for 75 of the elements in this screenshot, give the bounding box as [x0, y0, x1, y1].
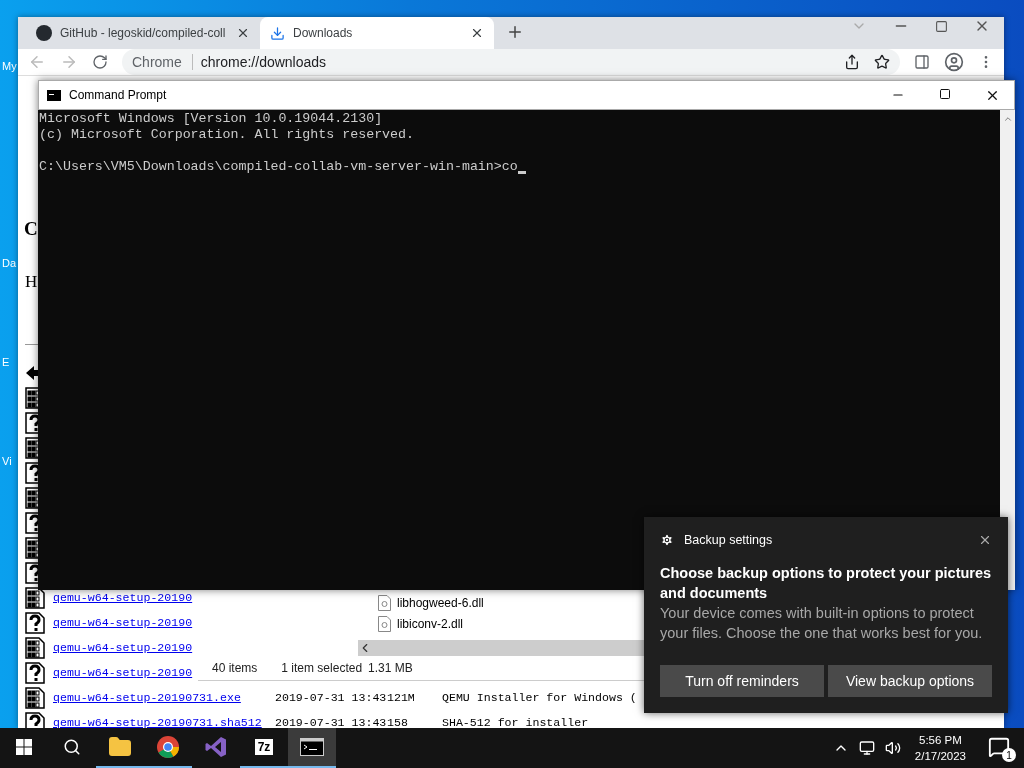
tab-title: GitHub - legoskid/compiled-coll — [60, 26, 227, 40]
file-link[interactable]: qemu-w64-setup-20190 — [53, 666, 193, 679]
file-link[interactable]: qemu-w64-setup-20190 — [53, 591, 193, 604]
browser-tab[interactable]: GitHub - legoskid/compiled-coll — [26, 17, 260, 49]
notification-button[interactable]: Turn off reminders — [660, 665, 824, 697]
share-icon[interactable] — [844, 54, 860, 70]
close-icon[interactable] — [978, 533, 992, 547]
close-icon[interactable] — [236, 26, 250, 40]
item-count: 40 items — [212, 661, 258, 675]
page-text: H — [25, 272, 39, 292]
settings-icon — [660, 533, 674, 547]
unknown-file-icon — [25, 611, 45, 634]
side-panel-icon[interactable] — [914, 54, 930, 70]
notification-icon — [988, 736, 1010, 758]
maximize-icon[interactable] — [939, 87, 951, 100]
file-date: 2019-07-31 13:43 — [275, 691, 387, 704]
notification-button[interactable]: View backup options — [828, 665, 992, 697]
file-size: 158 — [387, 716, 409, 728]
console-line: C:\Users\VM5\Downloads\compiled-collab-vm-server-win-main>co — [39, 159, 518, 175]
windows-logo-icon — [16, 739, 32, 755]
desktop-icon-label: Da — [2, 257, 17, 269]
notification-title: Choose backup options to protect your pictures and documents — [660, 564, 992, 603]
desktop-icon-label: E — [2, 356, 10, 368]
url-text: chrome://downloads — [200, 54, 327, 70]
new-tab-icon[interactable] — [506, 23, 524, 41]
file-description: SHA-512 for installer — [442, 716, 589, 728]
close-icon[interactable] — [470, 26, 484, 40]
binary-file-icon — [25, 686, 45, 709]
dll-file-icon — [378, 615, 391, 632]
terminal-icon — [300, 738, 324, 756]
file-link[interactable]: qemu-w64-setup-20190 — [53, 641, 193, 654]
dll-file-icon — [378, 594, 391, 611]
reload-icon[interactable] — [92, 54, 108, 70]
file-link[interactable]: qemu-w64-setup-20190731.exe — [53, 691, 241, 704]
file-date: 2019-07-31 13:43 — [275, 716, 387, 728]
terminal-icon — [47, 89, 61, 101]
desktop-icon-label: My — [2, 60, 17, 72]
address-bar[interactable]: Chrome chrome://downloads — [122, 49, 900, 75]
network-icon[interactable] — [858, 740, 875, 756]
app-logo: 7z — [254, 739, 274, 755]
folder-icon — [108, 735, 132, 759]
clock[interactable]: 5:56 PM 2/17/2023 — [914, 732, 966, 764]
tab-title: Downloads — [293, 26, 354, 40]
notification-count: 1 — [1002, 748, 1016, 762]
horizontal-scrollbar[interactable] — [358, 640, 645, 656]
page-heading: C — [24, 217, 37, 241]
file-description: QEMU Installer for Windows ( — [442, 691, 637, 704]
selection-status: 1 item selected — [281, 661, 363, 675]
action-center-button[interactable]: 1 — [988, 736, 1012, 760]
console-line: Microsoft Windows [Version 10.0.19044.2130] — [39, 111, 383, 127]
infinity-logo-icon — [204, 735, 228, 759]
vertical-scrollbar[interactable] — [1000, 110, 1015, 590]
window-title: Command Prompt — [69, 88, 167, 102]
file-link[interactable]: qemu-w64-setup-20190731.sha512 — [53, 716, 262, 728]
search-icon — [63, 738, 81, 756]
file-item[interactable]: libiconv-2.dll — [358, 613, 645, 634]
browser-tab[interactable]: Downloads — [260, 17, 494, 49]
volume-icon[interactable] — [884, 740, 901, 756]
selection-size: 1.31 MB — [368, 661, 413, 675]
site-chip[interactable]: Chrome — [132, 54, 193, 70]
taskbar-app[interactable] — [288, 728, 336, 768]
file-item[interactable]: libhogweed-6.dll — [358, 592, 645, 613]
profile-icon[interactable] — [944, 52, 964, 72]
desktop-icon-label: Vi — [2, 455, 12, 467]
star-icon[interactable] — [874, 54, 890, 70]
chrome-icon — [156, 735, 180, 759]
binary-file-icon — [25, 636, 45, 659]
unknown-file-icon — [25, 661, 45, 684]
notification-body: Your device comes with built-in options to protect your files. Choose the one that works best for you. — [660, 604, 984, 643]
text-cursor — [517, 171, 526, 174]
console-line: (c) Microsoft Corporation. All rights reserved. — [39, 127, 415, 143]
file-link[interactable]: qemu-w64-setup-20190 — [53, 616, 193, 629]
notification-source: Backup settings — [684, 533, 773, 547]
download-icon — [270, 25, 285, 41]
file-size: 121M — [387, 691, 416, 704]
